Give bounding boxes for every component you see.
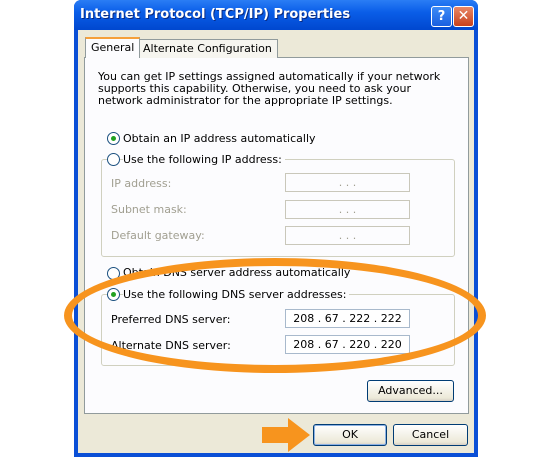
radio-obtain-ip-auto[interactable] <box>107 132 120 145</box>
use-following-ip-label[interactable]: Use the following IP address: <box>123 153 285 166</box>
ip-address-label: IP address: <box>111 177 172 190</box>
advanced-button[interactable]: Advanced... <box>367 380 454 402</box>
subnet-mask-field: . . . <box>285 200 410 219</box>
window-title: Internet Protocol (TCP/IP) Properties <box>80 7 351 22</box>
obtain-ip-auto-label[interactable]: Obtain an IP address automatically <box>123 132 319 145</box>
cancel-button[interactable]: Cancel <box>393 424 468 446</box>
arrow-annotation-icon <box>262 418 310 452</box>
intro-text: You can get IP settings assigned automat… <box>98 70 441 107</box>
highlight-oval-annotation <box>64 258 486 373</box>
radio-use-following-ip[interactable] <box>107 153 120 166</box>
ok-button[interactable]: OK <box>313 424 387 446</box>
close-button[interactable]: ✕ <box>453 6 474 27</box>
tab-general[interactable]: General <box>85 37 141 58</box>
help-button[interactable]: ? <box>431 6 452 27</box>
default-gateway-field: . . . <box>285 226 410 245</box>
default-gateway-label: Default gateway: <box>111 229 205 242</box>
ip-address-field: . . . <box>285 173 410 192</box>
subnet-mask-label: Subnet mask: <box>111 203 187 216</box>
tab-alternate-configuration[interactable]: Alternate Configuration <box>137 39 278 58</box>
